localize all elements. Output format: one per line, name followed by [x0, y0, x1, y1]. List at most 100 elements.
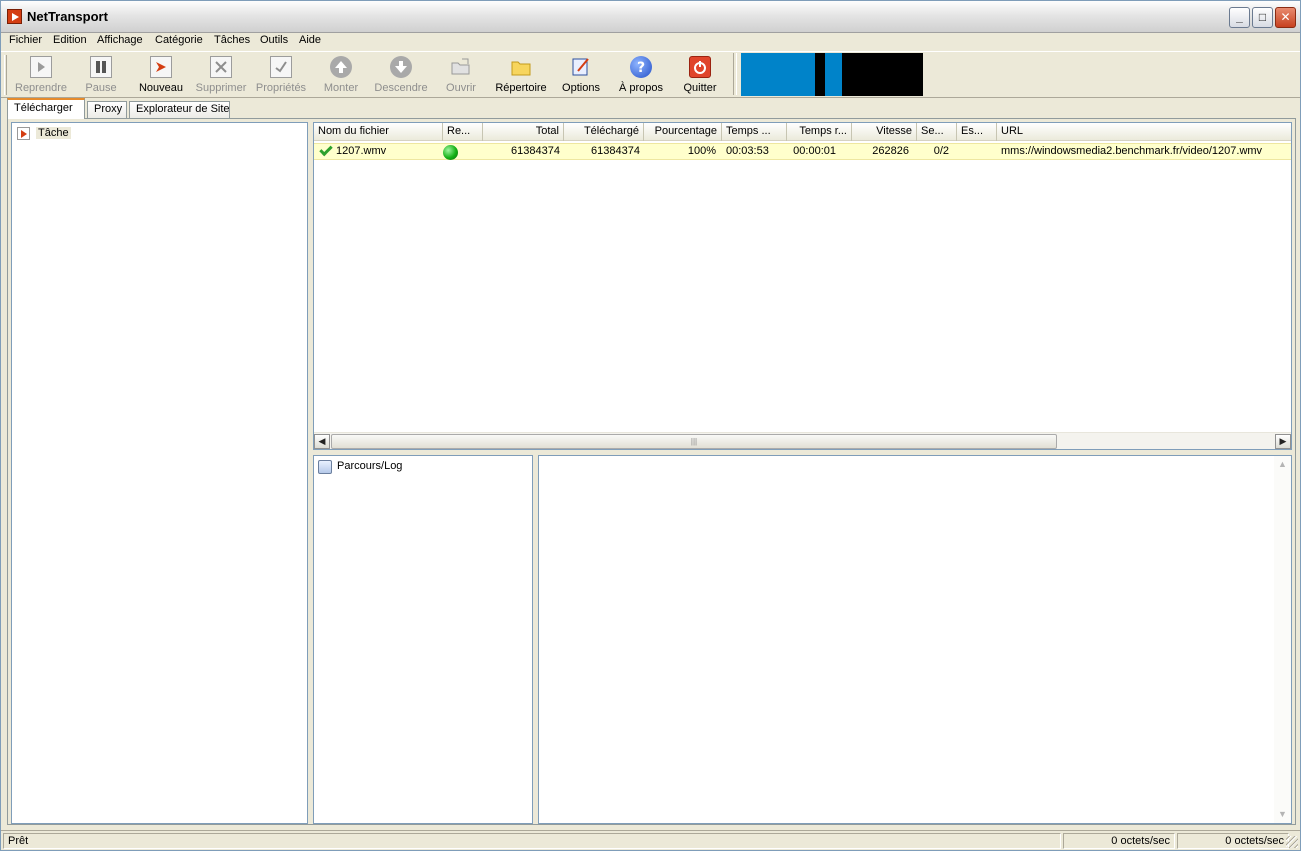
- list-horizontal-scrollbar[interactable]: ◀ ||| ▶: [314, 432, 1291, 449]
- scroll-right-button[interactable]: ▶: [1275, 434, 1291, 449]
- minimize-button[interactable]: _: [1229, 7, 1250, 28]
- col-estimation[interactable]: Es...: [957, 123, 997, 141]
- move-down-icon: [390, 56, 412, 78]
- power-icon: [689, 56, 711, 78]
- tree-item-label: Tâche: [36, 127, 71, 139]
- menu-aide[interactable]: Aide: [299, 34, 321, 46]
- move-up-icon: [330, 56, 352, 78]
- menu-affichage[interactable]: Affichage: [97, 34, 143, 46]
- tab-explorateur[interactable]: Explorateur de Site: [129, 101, 230, 118]
- options-icon: [570, 56, 592, 78]
- title-bar[interactable]: NetTransport _ □ ✕: [1, 1, 1300, 33]
- col-total[interactable]: Total: [483, 123, 564, 141]
- log-text-area[interactable]: ▲ ▼: [538, 455, 1292, 824]
- apropos-label: À propos: [618, 82, 664, 94]
- download-list: Nom du fichier Re... Total Téléchargé Po…: [313, 122, 1292, 450]
- menu-categorie[interactable]: Catégorie: [155, 34, 203, 46]
- speed-graph: [741, 53, 923, 96]
- options-button[interactable]: Options: [557, 54, 605, 96]
- toolbar-grip[interactable]: [4, 55, 7, 95]
- scroll-down-button[interactable]: ▼: [1275, 807, 1290, 822]
- col-telecharge[interactable]: Téléchargé: [564, 123, 644, 141]
- download-tab-pane: Tâche Nom du fichier Re... Total Télécha…: [7, 118, 1296, 825]
- supprimer-button[interactable]: Supprimer: [193, 54, 249, 96]
- log-tree: Parcours/Log: [313, 455, 533, 824]
- menu-edition[interactable]: Edition: [53, 34, 87, 46]
- col-vitesse[interactable]: Vitesse: [852, 123, 917, 141]
- scroll-up-button[interactable]: ▲: [1275, 457, 1290, 472]
- close-button[interactable]: ✕: [1275, 7, 1296, 28]
- resume-icon: [30, 56, 52, 78]
- cell-total: 61384374: [511, 145, 560, 157]
- resize-grip-icon[interactable]: [1286, 836, 1298, 848]
- status-speed-download: 0 octets/sec: [1063, 833, 1175, 849]
- repertoire-button[interactable]: Répertoire: [491, 54, 551, 96]
- options-label: Options: [562, 82, 600, 94]
- quitter-button[interactable]: Quitter: [677, 54, 723, 96]
- supprimer-label: Supprimer: [195, 82, 247, 94]
- ouvrir-label: Ouvrir: [446, 82, 476, 94]
- cell-time: 00:03:53: [726, 145, 769, 157]
- nouveau-button[interactable]: Nouveau: [133, 54, 189, 96]
- completed-check-icon: [319, 142, 333, 157]
- nouveau-label: Nouveau: [138, 82, 184, 94]
- col-pourcentage[interactable]: Pourcentage: [644, 123, 722, 141]
- graph-bar: [741, 53, 815, 96]
- toolbar-separator: [733, 53, 737, 95]
- cell-speed: 262826: [872, 145, 909, 157]
- window-title: NetTransport: [27, 9, 108, 24]
- scroll-left-button[interactable]: ◀: [314, 434, 330, 449]
- col-temps[interactable]: Temps ...: [722, 123, 787, 141]
- delete-icon: [210, 56, 232, 78]
- task-icon: [17, 127, 30, 140]
- nettransport-logo-icon[interactable]: [7, 9, 22, 24]
- tree-item-log[interactable]: Parcours/Log: [337, 460, 402, 472]
- proprietes-label: Propriétés: [255, 82, 307, 94]
- help-icon: ?: [630, 56, 652, 78]
- status-speed-upload: 0 octets/sec: [1177, 833, 1289, 849]
- toolbar: Reprendre Pause Nouveau Supprimer Propri…: [1, 51, 1300, 98]
- quitter-label: Quitter: [683, 82, 717, 94]
- pause-icon: [90, 56, 112, 78]
- reprendre-button[interactable]: Reprendre: [11, 54, 71, 96]
- svg-text:?: ?: [637, 60, 645, 76]
- col-temps-restant[interactable]: Temps r...: [787, 123, 852, 141]
- tab-proxy[interactable]: Proxy: [87, 101, 127, 118]
- cell-remaining: 00:00:01: [793, 145, 836, 157]
- cell-segments: 0/2: [933, 145, 949, 157]
- status-bar: Prêt 0 octets/sec 0 octets/sec: [1, 830, 1300, 850]
- cell-url: mms://windowsmedia2.benchmark.fr/video/1…: [1001, 145, 1263, 157]
- log-vertical-scrollbar[interactable]: ▲ ▼: [1274, 456, 1291, 823]
- repertoire-label: Répertoire: [495, 82, 547, 94]
- descendre-button[interactable]: Descendre: [371, 54, 431, 96]
- col-nom-fichier[interactable]: Nom du fichier: [314, 123, 443, 141]
- folder-icon: [510, 56, 532, 78]
- open-folder-icon: [450, 56, 472, 78]
- scroll-thumb[interactable]: |||: [331, 434, 1057, 449]
- list-header: Nom du fichier Re... Total Téléchargé Po…: [314, 123, 1291, 141]
- monter-label: Monter: [323, 82, 359, 94]
- table-row[interactable]: 1207.wmv 61384374 61384374 100% 00:03:53…: [314, 142, 1291, 160]
- proprietes-button[interactable]: Propriétés: [253, 54, 309, 96]
- maximize-button[interactable]: □: [1252, 7, 1273, 28]
- new-download-icon: [150, 56, 172, 78]
- tab-telecharger[interactable]: Télécharger: [7, 98, 85, 119]
- ouvrir-button[interactable]: Ouvrir: [437, 54, 485, 96]
- pause-label: Pause: [85, 82, 117, 94]
- category-tree: Tâche: [11, 122, 308, 824]
- col-segments[interactable]: Se...: [917, 123, 957, 141]
- status-green-icon: [443, 145, 458, 160]
- apropos-button[interactable]: ? À propos: [613, 54, 669, 96]
- cell-downloaded: 61384374: [591, 145, 640, 157]
- col-resultat[interactable]: Re...: [443, 123, 483, 141]
- menu-taches[interactable]: Tâches: [214, 34, 250, 46]
- monter-button[interactable]: Monter: [315, 54, 367, 96]
- cell-filename: 1207.wmv: [336, 145, 387, 157]
- menu-bar: Fichier Edition Affichage Catégorie Tâch…: [1, 33, 1300, 51]
- menu-outils[interactable]: Outils: [260, 34, 288, 46]
- menu-fichier[interactable]: Fichier: [9, 34, 42, 46]
- properties-icon: [270, 56, 292, 78]
- app-window: NetTransport _ □ ✕ Fichier Edition Affic…: [0, 0, 1301, 851]
- col-url[interactable]: URL: [997, 123, 1287, 141]
- pause-button[interactable]: Pause: [75, 54, 127, 96]
